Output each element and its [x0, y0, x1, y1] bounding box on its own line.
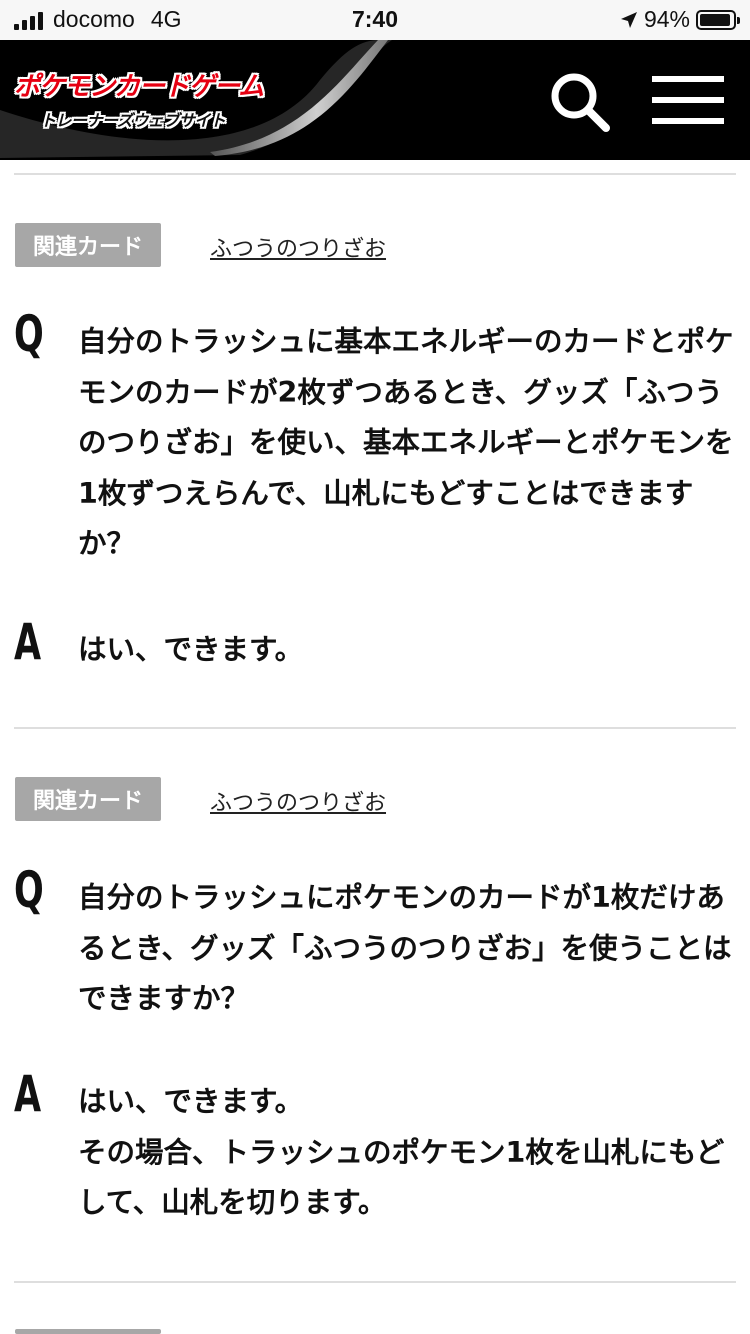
- status-bar: docomo 4G 7:40 94%: [0, 0, 750, 40]
- answer-line: はい、できます。: [78, 633, 304, 666]
- qa-item: 関連カード ふつうのつりざお Q 自分のトラッシュにポケモンのカードが1枚だけあ…: [0, 777, 750, 1219]
- battery-level-fill: [700, 13, 731, 26]
- related-card-row: 関連カード ふつうのつりざお: [0, 223, 750, 267]
- search-icon: [551, 73, 610, 132]
- site-header: ポケモンカードゲーム トレーナーズウェブサイト: [0, 40, 750, 160]
- related-card-link[interactable]: ふつうのつりざお: [210, 785, 386, 817]
- search-button[interactable]: [548, 70, 612, 134]
- related-card-badge: 関連カード: [15, 777, 161, 821]
- status-right: 94%: [620, 6, 740, 33]
- logo-main-text: ポケモンカードゲーム: [14, 72, 264, 102]
- related-card-link[interactable]: ふつうのつりざお: [210, 231, 386, 263]
- logo-sub-text: トレーナーズウェブサイト: [40, 111, 226, 130]
- question-text: 自分のトラッシュにポケモンのカードが1枚だけあるとき、グッズ「ふつうのつりざお」…: [78, 881, 732, 1015]
- answer-text: はい、できます。: [78, 625, 738, 676]
- question-text: 自分のトラッシュに基本エネルギーのカードとポケモンのカードが2枚ずつあるとき、グ…: [78, 325, 734, 560]
- question-marker: Q: [14, 861, 44, 919]
- answer-marker: A: [14, 613, 42, 671]
- hamburger-menu-icon[interactable]: [652, 76, 724, 124]
- answer-text: はい、できます。 その場合、トラッシュのポケモン1枚を山札にもどして、山札を切り…: [78, 1077, 738, 1229]
- battery-percent: 94%: [643, 6, 690, 32]
- related-card-badge: 関連カード: [15, 223, 161, 267]
- answer-marker: A: [14, 1065, 42, 1123]
- divider: [14, 1281, 736, 1283]
- question-marker: Q: [14, 305, 44, 363]
- answer-line: はい、できます。: [78, 1085, 304, 1118]
- divider: [14, 173, 736, 175]
- divider: [14, 727, 736, 729]
- site-logo[interactable]: ポケモンカードゲーム トレーナーズウェブサイト: [14, 66, 264, 131]
- related-card-row: 関連カード ふつうのつりざお: [0, 777, 750, 821]
- location-arrow-icon: [620, 11, 637, 28]
- related-card-badge-partial: [15, 1329, 161, 1334]
- answer-line: その場合、トラッシュのポケモン1枚を山札にもどして、山札を切ります。: [78, 1135, 725, 1220]
- battery-icon: [696, 9, 740, 30]
- qa-item: 関連カード ふつうのつりざお Q 自分のトラッシュに基本エネルギーのカードとポケ…: [0, 223, 750, 667]
